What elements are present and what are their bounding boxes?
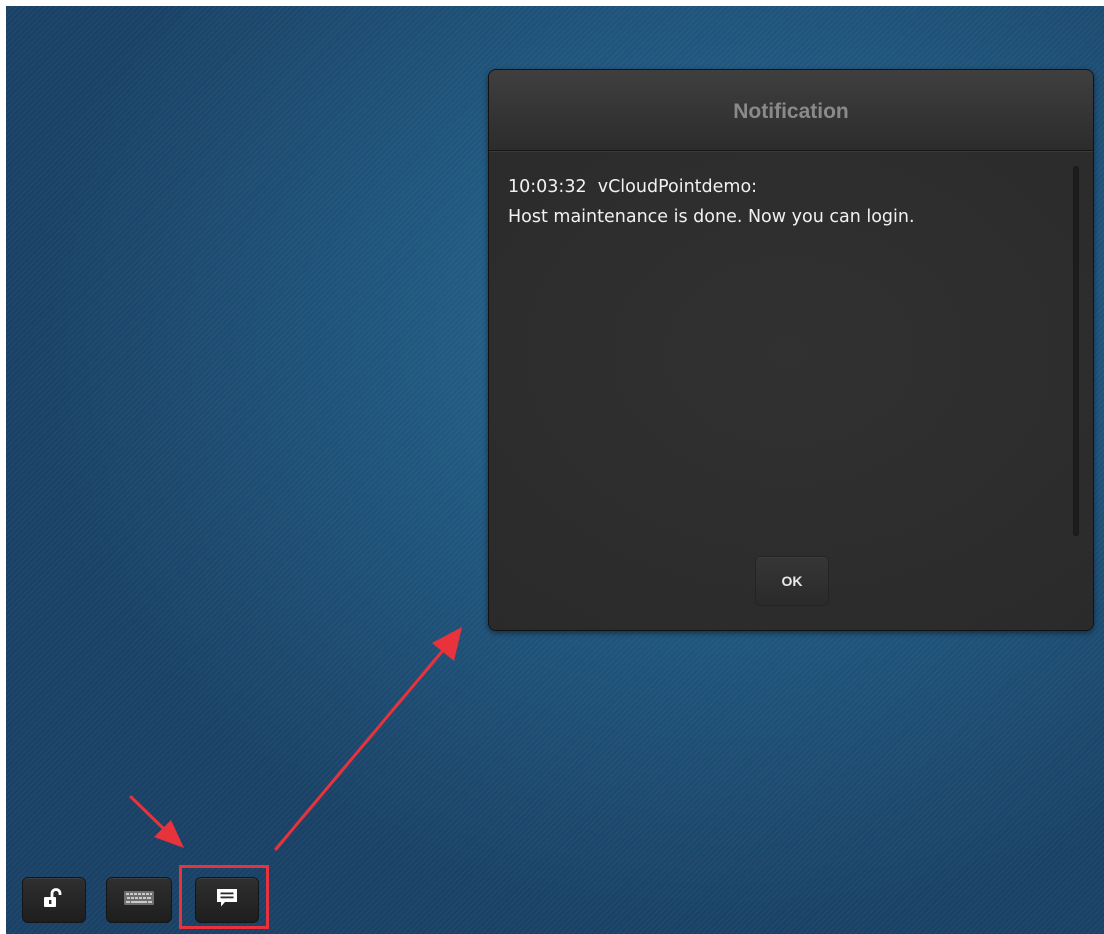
dialog-title: Notification — [733, 100, 849, 123]
message-icon — [216, 888, 238, 913]
unlock-button[interactable] — [22, 877, 86, 923]
unlock-icon — [43, 887, 65, 913]
message-body: Host maintenance is done. Now you can lo… — [508, 207, 915, 227]
notification-dialog: Notification 10:03:32 vCloudPointdemo: H… — [488, 69, 1094, 631]
dialog-header: Notification — [489, 70, 1093, 151]
notification-message: 10:03:32 vCloudPointdemo: Host maintenan… — [508, 172, 1068, 232]
keyboard-icon — [124, 890, 154, 910]
dialog-body: 10:03:32 vCloudPointdemo: Host maintenan… — [489, 152, 1093, 630]
message-scrollbar[interactable] — [1073, 166, 1079, 536]
keyboard-button[interactable] — [106, 877, 172, 923]
message-button[interactable] — [195, 877, 259, 923]
ok-button[interactable]: OK — [755, 556, 829, 606]
screen: Notification 10:03:32 vCloudPointdemo: H… — [0, 0, 1104, 934]
message-header: 10:03:32 vCloudPointdemo: — [508, 177, 758, 197]
